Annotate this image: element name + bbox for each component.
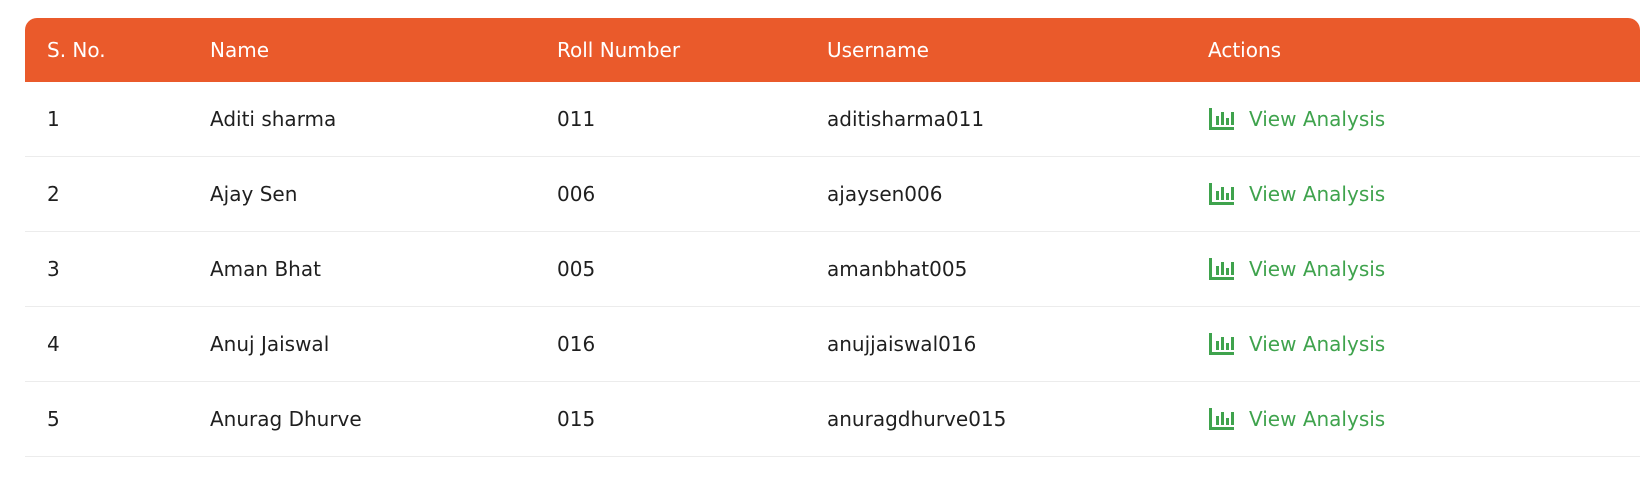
table-row: 2 Ajay Sen 006 ajaysen006 View Analysis	[25, 157, 1640, 232]
header-sno: S. No.	[47, 38, 106, 62]
row-name: Anuj Jaiswal	[210, 332, 330, 356]
row-roll-number: 011	[557, 107, 596, 131]
header-name: Name	[210, 38, 270, 62]
row-username: anujjaiswal016	[827, 332, 977, 356]
view-analysis-label: View Analysis	[1249, 407, 1386, 431]
header-username: Username	[827, 38, 929, 62]
view-analysis-label: View Analysis	[1249, 257, 1386, 281]
row-sno: 3	[47, 257, 60, 281]
view-analysis-label: View Analysis	[1249, 182, 1386, 206]
row-username: ajaysen006	[827, 182, 943, 206]
row-name: Ajay Sen	[210, 182, 298, 206]
header-actions: Actions	[1208, 38, 1282, 62]
row-name: Anurag Dhurve	[210, 407, 362, 431]
view-analysis-button[interactable]: View Analysis	[1208, 332, 1385, 356]
table-row: 4 Anuj Jaiswal 016 anujjaiswal016 View A…	[25, 307, 1640, 382]
row-roll-number: 015	[557, 407, 596, 431]
students-table: S. No. Name Roll Number Username Actions…	[25, 18, 1640, 457]
row-roll-number: 005	[557, 257, 596, 281]
row-sno: 1	[47, 107, 60, 131]
row-username: aditisharma011	[827, 107, 985, 131]
row-username: amanbhat005	[827, 257, 968, 281]
table-row: 3 Aman Bhat 005 amanbhat005 View Analysi…	[25, 232, 1640, 307]
row-roll-number: 006	[557, 182, 596, 206]
table-row: 5 Anurag Dhurve 015 anuragdhurve015 View…	[25, 382, 1640, 457]
row-sno: 4	[47, 332, 60, 356]
row-username: anuragdhurve015	[827, 407, 1007, 431]
bar-chart-icon	[1209, 408, 1234, 430]
row-name: Aman Bhat	[210, 257, 321, 281]
row-name: Aditi sharma	[210, 107, 337, 131]
table-header: S. No. Name Roll Number Username Actions	[25, 18, 1640, 82]
view-analysis-button[interactable]: View Analysis	[1208, 407, 1385, 431]
table-row: 1 Aditi sharma 011 aditisharma011 View A…	[25, 82, 1640, 157]
bar-chart-icon	[1209, 258, 1234, 280]
row-sno: 2	[47, 182, 60, 206]
view-analysis-button[interactable]: View Analysis	[1208, 257, 1385, 281]
view-analysis-button[interactable]: View Analysis	[1208, 182, 1385, 206]
bar-chart-icon	[1209, 108, 1234, 130]
view-analysis-label: View Analysis	[1249, 332, 1386, 356]
row-roll-number: 016	[557, 332, 596, 356]
bar-chart-icon	[1209, 333, 1234, 355]
view-analysis-button[interactable]: View Analysis	[1208, 107, 1385, 131]
row-sno: 5	[47, 407, 60, 431]
view-analysis-label: View Analysis	[1249, 107, 1386, 131]
header-roll-number: Roll Number	[557, 38, 681, 62]
bar-chart-icon	[1209, 183, 1234, 205]
